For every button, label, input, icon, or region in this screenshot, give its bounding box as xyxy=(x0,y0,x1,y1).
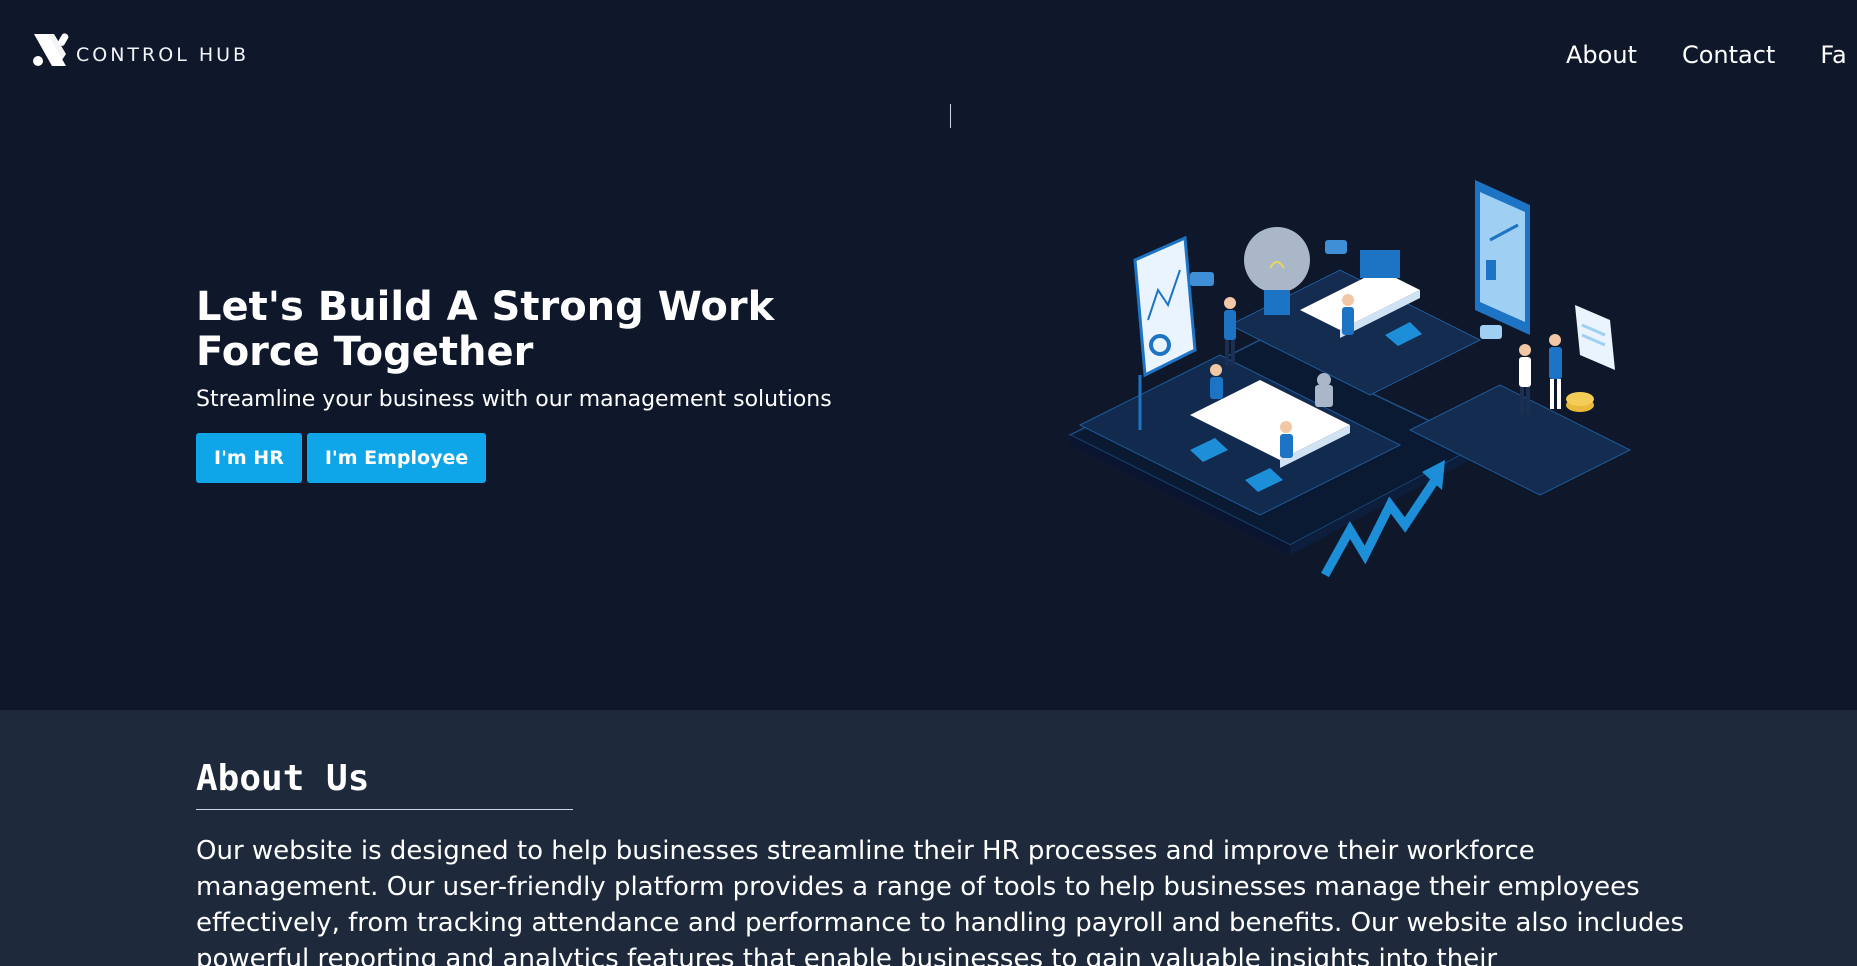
nav-link-contact[interactable]: Contact xyxy=(1682,41,1775,69)
hr-button[interactable]: I'm HR xyxy=(196,433,302,483)
brand-name: CONTROL HUB xyxy=(76,44,250,66)
navbar: CONTROL HUB About Contact Fa xyxy=(0,0,1857,110)
brand-logo-icon xyxy=(33,33,69,66)
brand-logo-link[interactable]: CONTROL HUB xyxy=(30,30,249,70)
about-divider xyxy=(196,809,573,810)
hero-subtitle: Streamline your business with our manage… xyxy=(196,387,832,412)
about-title: About Us xyxy=(196,758,370,799)
about-section: About Us Our website is designed to help… xyxy=(0,710,1857,966)
employee-button[interactable]: I'm Employee xyxy=(306,433,487,483)
hero-title: Let's Build A Strong Work Force Together xyxy=(196,284,775,375)
hero-section: Let's Build A Strong Work Force Together… xyxy=(0,110,1857,710)
nav-link-third[interactable]: Fa xyxy=(1820,41,1846,69)
nav-link-about[interactable]: About xyxy=(1566,41,1637,69)
about-text: Our website is designed to help business… xyxy=(196,836,1685,966)
hero-buttons: I'm HR I'm Employee xyxy=(196,433,487,483)
nav-links: About Contact Fa xyxy=(1566,41,1847,69)
office-illustration xyxy=(1068,180,1632,578)
landing-page: CONTROL HUB About Contact Fa Let's Build… xyxy=(0,0,1857,966)
